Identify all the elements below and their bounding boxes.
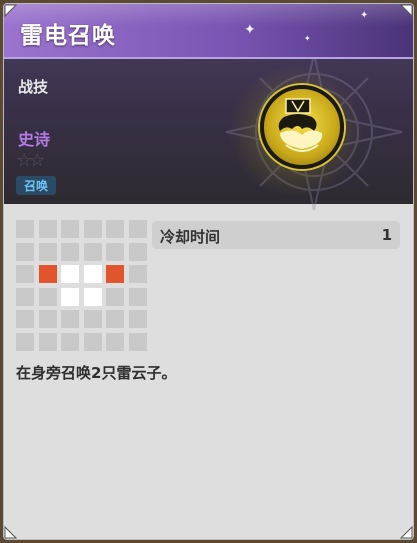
skill-category: 战技 [18, 78, 49, 96]
range-cell-target [38, 265, 57, 283]
range-cell-empty [128, 332, 147, 351]
card-header: 雷电召唤 ✦ ✦ ✦ 战技 史诗 ☆☆ 召唤 [4, 4, 413, 211]
range-cell-target [106, 265, 124, 283]
range-cell-empty [83, 310, 102, 328]
skill-rarity: 史诗 [18, 130, 51, 149]
sparkle-icon: ✦ [304, 34, 311, 43]
cooldown-value: 1 [381, 226, 392, 244]
range-cell-self [83, 265, 102, 283]
range-cell-self [83, 287, 102, 306]
range-cell-empty [61, 310, 79, 328]
rarity-stars: ☆☆ [16, 150, 45, 171]
skill-type-tag: 召唤 [16, 176, 57, 195]
corner-ornament-icon [399, 525, 413, 539]
range-cell-empty [38, 242, 57, 261]
range-cell-self [61, 265, 79, 283]
cooldown-label: 冷却时间 [160, 228, 221, 246]
range-cell-empty [106, 220, 124, 238]
range-cell-empty [61, 220, 79, 238]
skill-description: 在身旁召唤2只雷云子。 [16, 364, 177, 382]
range-cell-empty [83, 220, 102, 238]
range-cell-empty [106, 242, 124, 261]
range-cell-empty [83, 332, 102, 351]
range-grid [16, 220, 148, 352]
range-cell-empty [106, 310, 124, 328]
range-cell-empty [106, 332, 124, 351]
range-cell-empty [61, 242, 79, 261]
range-cell-empty [38, 287, 57, 306]
range-cell-empty [128, 310, 147, 328]
range-cell-empty [16, 287, 34, 306]
corner-ornament-icon [4, 525, 18, 539]
range-cell-empty [38, 220, 57, 238]
title-bar: 雷电召唤 ✦ ✦ ✦ [4, 4, 413, 59]
range-cell-empty [16, 332, 34, 351]
range-cell-empty [106, 287, 124, 306]
range-cell-empty [16, 310, 34, 328]
range-cell-empty [128, 287, 147, 306]
range-cell-empty [128, 220, 147, 238]
range-cell-empty [38, 332, 57, 351]
range-cell-empty [128, 242, 147, 261]
range-cell-empty [128, 265, 147, 283]
thunder-summon-icon [260, 85, 344, 169]
range-cell-empty [16, 265, 34, 283]
sparkle-icon: ✦ [360, 10, 369, 21]
range-cell-self [61, 287, 79, 306]
range-cell-empty [83, 242, 102, 261]
cooldown-row: 冷却时间 1 [152, 221, 400, 249]
range-cell-empty [16, 220, 34, 238]
range-cell-empty [38, 310, 57, 328]
corner-ornament-icon [4, 4, 18, 18]
skill-card: 雷电召唤 ✦ ✦ ✦ 战技 史诗 ☆☆ 召唤 冷却时间 1 在身旁召唤2只雷云子… [3, 3, 414, 540]
corner-ornament-icon [399, 4, 413, 18]
sparkle-icon: ✦ [244, 22, 256, 38]
skill-title: 雷电召唤 [20, 23, 116, 49]
range-cell-empty [16, 242, 34, 261]
range-cell-empty [61, 332, 79, 351]
